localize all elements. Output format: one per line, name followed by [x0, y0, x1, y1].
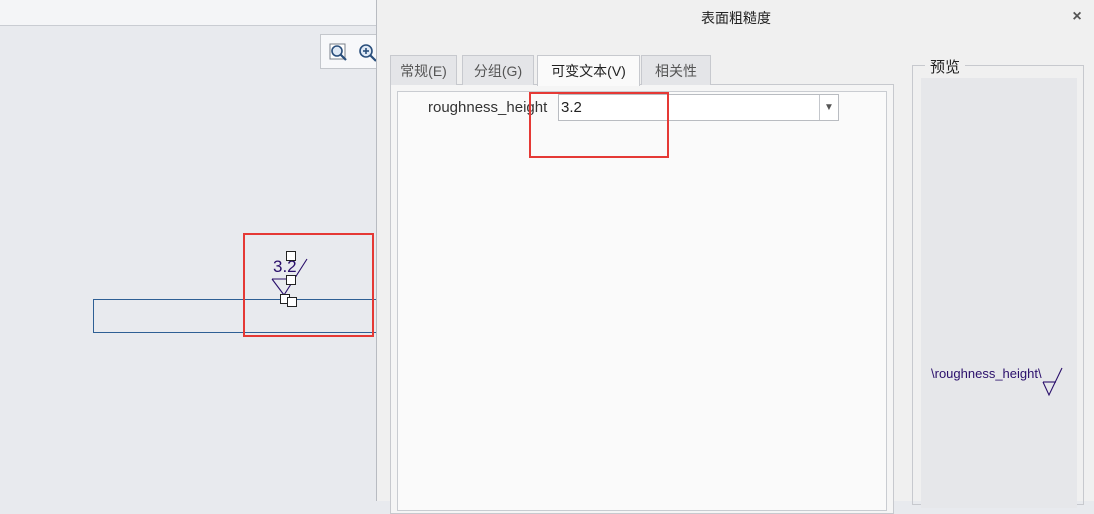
zoom-in-icon[interactable] — [356, 41, 378, 63]
highlight-box-value — [529, 92, 669, 158]
view-toolbar — [320, 34, 380, 69]
preview-title: 预览 — [925, 56, 966, 77]
zoom-window-icon[interactable] — [328, 41, 350, 63]
chevron-down-icon[interactable]: ▼ — [819, 95, 838, 120]
highlight-box-symbol — [243, 233, 374, 337]
tab-general[interactable]: 常规(E) — [390, 55, 457, 85]
tab-dependency[interactable]: 相关性 — [641, 55, 711, 85]
surface-roughness-dialog: 表面粗糙度 × 常规(E) 分组(G) 可变文本(V) 相关性 roughnes… — [376, 0, 1094, 514]
preview-roughness-icon — [1042, 367, 1063, 397]
preview-symbol-text: \roughness_height\ — [931, 366, 1042, 381]
preview-area — [921, 78, 1077, 508]
dialog-title: 表面粗糙度 — [701, 10, 771, 26]
close-icon[interactable]: × — [1068, 6, 1086, 28]
canvas-top-bar — [0, 0, 376, 26]
tab-grouping[interactable]: 分组(G) — [462, 55, 534, 85]
tab-variable-text[interactable]: 可变文本(V) — [537, 55, 640, 86]
graphics-canvas[interactable]: 3.2 — [0, 0, 383, 501]
